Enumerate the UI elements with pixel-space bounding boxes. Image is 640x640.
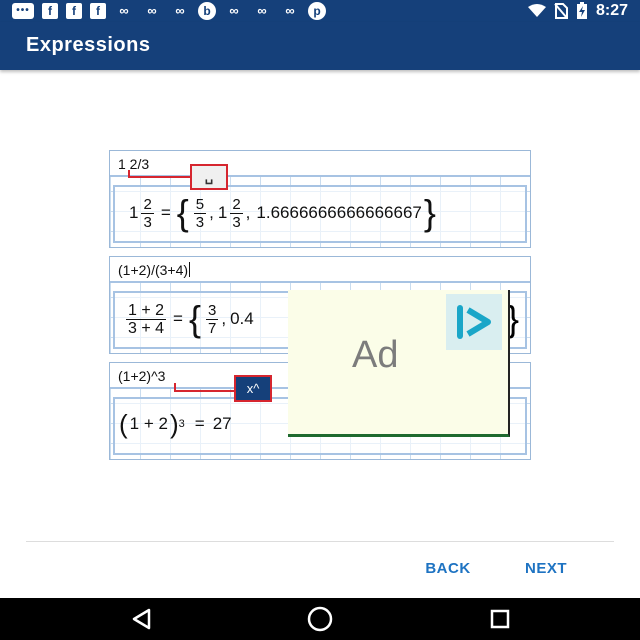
home-circle-icon xyxy=(307,606,333,632)
infinity-icon: ∞ xyxy=(229,3,239,18)
fraction: 5 3 xyxy=(193,195,207,231)
base-expression: 1 + 2 xyxy=(129,414,168,433)
expression-input: 1 2/3 xyxy=(110,151,530,177)
denominator: 3 + 4 xyxy=(128,319,165,337)
message-dots-icon: ••• xyxy=(12,3,34,19)
separator: , xyxy=(221,309,227,328)
wifi-icon xyxy=(527,4,546,17)
separator: , xyxy=(209,203,214,222)
pinterest-icon: p xyxy=(308,2,326,20)
expression-input-text: 1 2/3 xyxy=(118,156,150,172)
whole-number: 1 xyxy=(129,203,139,222)
footer-divider xyxy=(26,541,614,542)
navigation-bar xyxy=(0,598,640,640)
power-key-hint: x^ xyxy=(234,375,272,402)
expression-card-mixed-fraction: 1 2/3 1 2 3 = { 5 3 , 1 2 3 , 1.66666666… xyxy=(109,150,531,248)
result-value: 27 xyxy=(212,414,232,433)
equals-sign: = xyxy=(194,414,205,433)
fraction: 3 7 xyxy=(206,301,219,337)
infinity-icon: ∞ xyxy=(119,3,129,18)
fraction: 1 + 2 3 + 4 xyxy=(126,301,167,337)
facebook-icon: f xyxy=(90,3,106,19)
ad-banner[interactable]: Ad xyxy=(288,290,510,437)
equals-sign: = xyxy=(173,309,183,328)
expression-result: 1 2 3 = { 5 3 , 1 2 3 , 1.66666666666666… xyxy=(113,185,527,243)
back-nav-button[interactable] xyxy=(122,606,162,632)
system-icons: 8:27 xyxy=(527,2,628,20)
separator: , xyxy=(245,203,251,222)
screen: ••• f f f ∞ ∞ ∞ b ∞ ∞ ∞ p 8:27 Expressio… xyxy=(0,0,640,640)
fraction: 2 3 xyxy=(230,195,243,231)
result-math: ( 1 + 2 ) 3 = 27 xyxy=(119,411,232,437)
numerator: 2 xyxy=(230,195,243,214)
open-paren: ( xyxy=(119,409,128,439)
infinity-icon: ∞ xyxy=(285,3,295,18)
left-brace: { xyxy=(188,298,201,339)
fraction: 2 3 xyxy=(141,195,154,231)
whole-number: 1 xyxy=(217,203,228,222)
back-triangle-icon xyxy=(132,608,151,630)
numerator: 5 xyxy=(193,195,207,214)
app-bar: Expressions xyxy=(0,22,640,70)
decimal-value: 1.6666666666666667 xyxy=(256,203,422,222)
infinity-icon: ∞ xyxy=(175,3,185,18)
denominator: 3 xyxy=(143,213,152,231)
left-brace: { xyxy=(176,192,189,233)
result-math: 1 + 2 3 + 4 = { 3 7 , 0.4 xyxy=(123,301,254,337)
facebook-icon: f xyxy=(42,3,58,19)
status-bar: ••• f f f ∞ ∞ ∞ b ∞ ∞ ∞ p 8:27 xyxy=(0,0,640,22)
equals-sign: = xyxy=(160,203,171,222)
decimal-value: 0.4 xyxy=(230,309,254,328)
clock: 8:27 xyxy=(595,2,628,19)
hint-connector xyxy=(174,390,234,392)
ad-play-logo-icon[interactable] xyxy=(446,294,502,350)
numerator: 3 xyxy=(206,301,219,320)
infinity-icon: ∞ xyxy=(257,3,267,18)
battery-charging-icon xyxy=(576,2,587,19)
text-caret xyxy=(189,262,191,277)
space-key-hint: ␣ xyxy=(190,164,228,190)
page-title: Expressions xyxy=(26,34,151,56)
denominator: 3 xyxy=(195,213,205,231)
numerator: 1 + 2 xyxy=(126,301,167,320)
denominator: 3 xyxy=(232,213,241,231)
home-nav-button[interactable] xyxy=(300,606,340,632)
numerator: 2 xyxy=(141,195,154,214)
facebook-icon: f xyxy=(66,3,82,19)
no-sim-icon xyxy=(554,3,568,19)
infinity-icon: ∞ xyxy=(147,3,157,18)
right-brace: } xyxy=(423,192,436,233)
expression-input-text: (1+2)/(3+4) xyxy=(118,262,191,278)
recents-nav-button[interactable] xyxy=(480,606,520,632)
expression-input-text: (1+2)^3 xyxy=(118,368,166,384)
result-math: 1 2 3 = { 5 3 , 1 2 3 , 1.66666666666666… xyxy=(129,195,438,231)
back-button[interactable]: BACK xyxy=(404,560,492,582)
close-paren: ) xyxy=(169,409,179,439)
denominator: 7 xyxy=(208,319,217,337)
exponent: 3 xyxy=(178,418,185,430)
notification-icons: ••• f f f ∞ ∞ ∞ b ∞ ∞ ∞ p xyxy=(12,2,326,20)
expression-input: (1+2)/(3+4) xyxy=(110,257,530,283)
recents-square-icon xyxy=(490,609,510,629)
hint-connector xyxy=(128,176,190,178)
next-button[interactable]: NEXT xyxy=(506,560,586,582)
b-circle-icon: b xyxy=(198,2,216,20)
ad-label: Ad xyxy=(352,334,399,376)
